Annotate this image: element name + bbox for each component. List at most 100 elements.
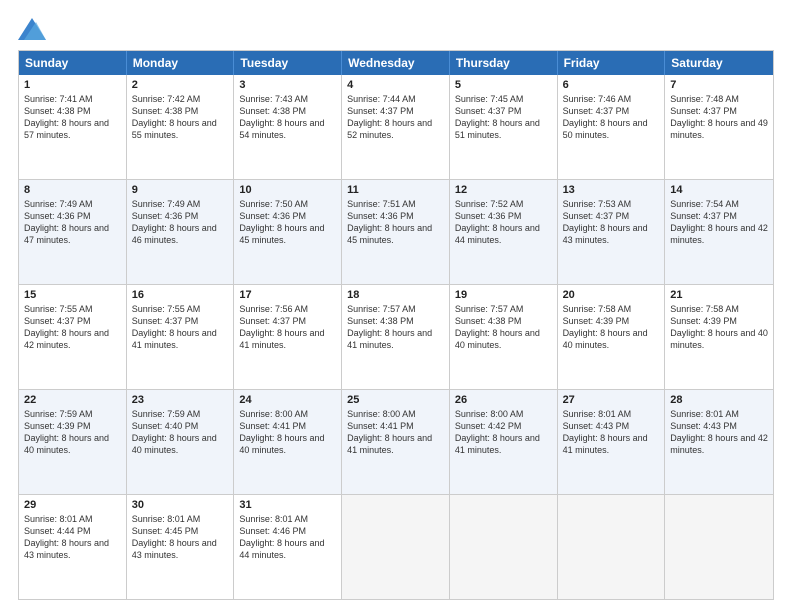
day-number: 10 — [239, 184, 336, 196]
day-number: 2 — [132, 79, 229, 91]
day-cell-15: 15 Sunrise: 7:55 AMSunset: 4:37 PMDayligh… — [19, 285, 127, 389]
day-cell-22: 22Sunrise: 7:59 AMSunset: 4:39 PMDayligh… — [19, 390, 127, 494]
empty-cell — [450, 495, 558, 599]
calendar-row-5: 29 Sunrise: 8:01 AMSunset: 4:44 PMDayligh… — [19, 494, 773, 599]
day-header-thursday: Thursday — [450, 51, 558, 75]
cell-info: Sunrise: 8:01 AMSunset: 4:43 PMDaylight:… — [563, 409, 648, 455]
calendar-row-4: 22Sunrise: 7:59 AMSunset: 4:39 PMDayligh… — [19, 389, 773, 494]
day-number: 31 — [239, 499, 336, 511]
calendar: SundayMondayTuesdayWednesdayThursdayFrid… — [18, 50, 774, 600]
day-number: 16 — [132, 289, 229, 301]
day-cell-26: 26 Sunrise: 8:00 AMSunset: 4:42 PMDayligh… — [450, 390, 558, 494]
day-cell-13: 13 Sunrise: 7:53 AMSunset: 4:37 PMDayligh… — [558, 180, 666, 284]
day-cell-4: 4 Sunrise: 7:44 AMSunset: 4:37 PMDaylight… — [342, 75, 450, 179]
cell-info: Sunrise: 7:59 AMSunset: 4:39 PMDaylight:… — [24, 409, 109, 455]
calendar-body: 1 Sunrise: 7:41 AMSunset: 4:38 PMDaylight… — [19, 75, 773, 599]
day-number: 4 — [347, 79, 444, 91]
day-number: 29 — [24, 499, 121, 511]
day-number: 15 — [24, 289, 121, 301]
day-number: 3 — [239, 79, 336, 91]
cell-info: Sunrise: 7:45 AMSunset: 4:37 PMDaylight:… — [455, 94, 540, 140]
calendar-row-3: 15 Sunrise: 7:55 AMSunset: 4:37 PMDayligh… — [19, 284, 773, 389]
day-cell-16: 16 Sunrise: 7:55 AMSunset: 4:37 PMDayligh… — [127, 285, 235, 389]
calendar-header: SundayMondayTuesdayWednesdayThursdayFrid… — [19, 51, 773, 75]
day-header-monday: Monday — [127, 51, 235, 75]
day-cell-23: 23 Sunrise: 7:59 AMSunset: 4:40 PMDayligh… — [127, 390, 235, 494]
cell-info: Sunrise: 7:58 AMSunset: 4:39 PMDaylight:… — [563, 304, 648, 350]
day-header-wednesday: Wednesday — [342, 51, 450, 75]
logo — [18, 18, 50, 40]
cell-info: Sunrise: 7:57 AMSunset: 4:38 PMDaylight:… — [455, 304, 540, 350]
cell-info: Sunrise: 7:41 AMSunset: 4:38 PMDaylight:… — [24, 94, 109, 140]
day-cell-17: 17 Sunrise: 7:56 AMSunset: 4:37 PMDayligh… — [234, 285, 342, 389]
day-number: 14 — [670, 184, 768, 196]
cell-info: Sunrise: 8:01 AMSunset: 4:44 PMDaylight:… — [24, 514, 109, 560]
day-number: 12 — [455, 184, 552, 196]
day-number: 24 — [239, 394, 336, 406]
cell-info: Sunrise: 8:00 AMSunset: 4:41 PMDaylight:… — [347, 409, 432, 455]
cell-info: Sunrise: 7:53 AMSunset: 4:37 PMDaylight:… — [563, 199, 648, 245]
cell-info: Sunrise: 7:42 AMSunset: 4:38 PMDaylight:… — [132, 94, 217, 140]
day-cell-21: 21Sunrise: 7:58 AMSunset: 4:39 PMDayligh… — [665, 285, 773, 389]
cell-info: Sunrise: 7:51 AMSunset: 4:36 PMDaylight:… — [347, 199, 432, 245]
cell-info: Sunrise: 7:49 AMSunset: 4:36 PMDaylight:… — [132, 199, 217, 245]
day-cell-5: 5 Sunrise: 7:45 AMSunset: 4:37 PMDaylight… — [450, 75, 558, 179]
day-number: 30 — [132, 499, 229, 511]
cell-info: Sunrise: 8:01 AMSunset: 4:46 PMDaylight:… — [239, 514, 324, 560]
cell-info: Sunrise: 7:59 AMSunset: 4:40 PMDaylight:… — [132, 409, 217, 455]
day-number: 18 — [347, 289, 444, 301]
day-number: 27 — [563, 394, 660, 406]
day-number: 20 — [563, 289, 660, 301]
day-cell-14: 14Sunrise: 7:54 AMSunset: 4:37 PMDayligh… — [665, 180, 773, 284]
day-number: 8 — [24, 184, 121, 196]
day-header-friday: Friday — [558, 51, 666, 75]
day-cell-19: 19 Sunrise: 7:57 AMSunset: 4:38 PMDayligh… — [450, 285, 558, 389]
empty-cell — [665, 495, 773, 599]
empty-cell — [342, 495, 450, 599]
day-cell-9: 9 Sunrise: 7:49 AMSunset: 4:36 PMDaylight… — [127, 180, 235, 284]
day-number: 5 — [455, 79, 552, 91]
cell-info: Sunrise: 7:48 AMSunset: 4:37 PMDaylight:… — [670, 94, 768, 140]
day-cell-31: 31 Sunrise: 8:01 AMSunset: 4:46 PMDayligh… — [234, 495, 342, 599]
day-cell-12: 12 Sunrise: 7:52 AMSunset: 4:36 PMDayligh… — [450, 180, 558, 284]
day-header-tuesday: Tuesday — [234, 51, 342, 75]
cell-info: Sunrise: 8:01 AMSunset: 4:43 PMDaylight:… — [670, 409, 768, 455]
cell-info: Sunrise: 7:43 AMSunset: 4:38 PMDaylight:… — [239, 94, 324, 140]
day-cell-8: 8Sunrise: 7:49 AMSunset: 4:36 PMDaylight… — [19, 180, 127, 284]
day-number: 6 — [563, 79, 660, 91]
cell-info: Sunrise: 7:52 AMSunset: 4:36 PMDaylight:… — [455, 199, 540, 245]
cell-info: Sunrise: 7:56 AMSunset: 4:37 PMDaylight:… — [239, 304, 324, 350]
day-cell-1: 1 Sunrise: 7:41 AMSunset: 4:38 PMDaylight… — [19, 75, 127, 179]
day-number: 11 — [347, 184, 444, 196]
day-cell-18: 18 Sunrise: 7:57 AMSunset: 4:38 PMDayligh… — [342, 285, 450, 389]
cell-info: Sunrise: 7:55 AMSunset: 4:37 PMDaylight:… — [132, 304, 217, 350]
header — [18, 18, 774, 40]
cell-info: Sunrise: 7:57 AMSunset: 4:38 PMDaylight:… — [347, 304, 432, 350]
day-cell-7: 7 Sunrise: 7:48 AMSunset: 4:37 PMDaylight… — [665, 75, 773, 179]
day-number: 7 — [670, 79, 768, 91]
cell-info: Sunrise: 7:55 AMSunset: 4:37 PMDaylight:… — [24, 304, 109, 350]
cell-info: Sunrise: 7:44 AMSunset: 4:37 PMDaylight:… — [347, 94, 432, 140]
day-number: 9 — [132, 184, 229, 196]
day-number: 28 — [670, 394, 768, 406]
day-cell-2: 2 Sunrise: 7:42 AMSunset: 4:38 PMDaylight… — [127, 75, 235, 179]
day-cell-24: 24Sunrise: 8:00 AMSunset: 4:41 PMDayligh… — [234, 390, 342, 494]
calendar-row-1: 1 Sunrise: 7:41 AMSunset: 4:38 PMDaylight… — [19, 75, 773, 179]
day-number: 19 — [455, 289, 552, 301]
day-number: 23 — [132, 394, 229, 406]
day-cell-27: 27 Sunrise: 8:01 AMSunset: 4:43 PMDayligh… — [558, 390, 666, 494]
day-number: 26 — [455, 394, 552, 406]
day-cell-30: 30 Sunrise: 8:01 AMSunset: 4:45 PMDayligh… — [127, 495, 235, 599]
day-number: 1 — [24, 79, 121, 91]
day-cell-6: 6Sunrise: 7:46 AMSunset: 4:37 PMDaylight… — [558, 75, 666, 179]
day-cell-28: 28 Sunrise: 8:01 AMSunset: 4:43 PMDayligh… — [665, 390, 773, 494]
day-cell-29: 29 Sunrise: 8:01 AMSunset: 4:44 PMDayligh… — [19, 495, 127, 599]
logo-icon — [18, 18, 46, 40]
day-header-sunday: Sunday — [19, 51, 127, 75]
day-number: 17 — [239, 289, 336, 301]
day-cell-3: 3 Sunrise: 7:43 AMSunset: 4:38 PMDaylight… — [234, 75, 342, 179]
day-number: 13 — [563, 184, 660, 196]
cell-info: Sunrise: 8:00 AMSunset: 4:42 PMDaylight:… — [455, 409, 540, 455]
cell-info: Sunrise: 8:01 AMSunset: 4:45 PMDaylight:… — [132, 514, 217, 560]
day-cell-11: 11 Sunrise: 7:51 AMSunset: 4:36 PMDayligh… — [342, 180, 450, 284]
